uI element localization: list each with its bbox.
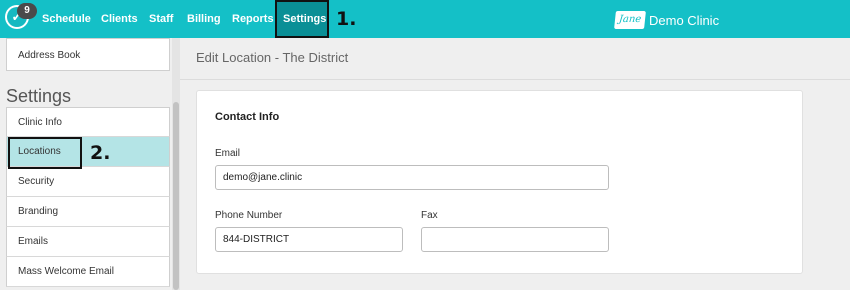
card-title: Contact Info — [215, 111, 280, 123]
phone-number-label: Phone Number — [215, 210, 283, 221]
scrollbar-thumb[interactable] — [173, 102, 179, 290]
contact-info-card: Contact Info Email Phone Number Fax — [196, 90, 803, 274]
step-one-annotation: 1. — [336, 8, 357, 30]
sidebar-item-label: Mass Welcome Email — [18, 266, 114, 277]
sidebar-item-label: Security — [18, 176, 55, 187]
sidebar-item-branding[interactable]: Branding — [6, 197, 170, 227]
clinic-name: Demo Clinic — [649, 12, 720, 28]
phone-number-field[interactable] — [215, 227, 403, 252]
step-two-annotation: 2. — [90, 142, 111, 164]
sidebar-item-label: Clinic Info — [18, 117, 62, 128]
sidebar-heading: Settings — [6, 86, 72, 106]
sidebar-item-label: Branding — [18, 206, 59, 217]
nav-schedule[interactable]: Schedule — [42, 0, 91, 38]
nav-staff[interactable]: Staff — [149, 0, 173, 38]
email-label: Email — [215, 148, 241, 159]
sidebar-item-label: Emails — [18, 236, 49, 247]
nav-billing[interactable]: Billing — [187, 0, 221, 38]
jane-logo-icon: Jane — [614, 11, 646, 29]
top-nav-bar: ✓ 9 Schedule Clients Staff Billing Repor… — [0, 0, 850, 38]
email-field[interactable] — [215, 165, 609, 190]
sidebar-item-address-book[interactable]: Address Book — [6, 38, 170, 71]
notification-count-badge: 9 — [17, 3, 37, 19]
page-title: Edit Location - The District — [196, 50, 349, 65]
sidebar-item-emails[interactable]: Emails — [6, 227, 170, 257]
nav-clients[interactable]: Clients — [101, 0, 138, 38]
app-home-icon[interactable]: ✓ 9 — [5, 3, 37, 29]
page-header: Edit Location - The District — [180, 38, 850, 80]
nav-settings[interactable]: Settings — [283, 0, 326, 38]
fax-field[interactable] — [421, 227, 609, 252]
sidebar-scrollbar[interactable] — [172, 38, 180, 290]
sidebar-item-security[interactable]: Security — [6, 167, 170, 197]
sidebar-item-label: Address Book — [18, 50, 81, 61]
locations-highlight-box — [8, 137, 82, 169]
fax-label: Fax — [421, 210, 438, 221]
sidebar-item-mass-welcome-email[interactable]: Mass Welcome Email — [6, 257, 170, 287]
nav-reports[interactable]: Reports — [232, 0, 274, 38]
clinic-brand: Jane Demo Clinic — [614, 10, 720, 30]
sidebar-item-clinic-info[interactable]: Clinic Info — [6, 107, 170, 137]
